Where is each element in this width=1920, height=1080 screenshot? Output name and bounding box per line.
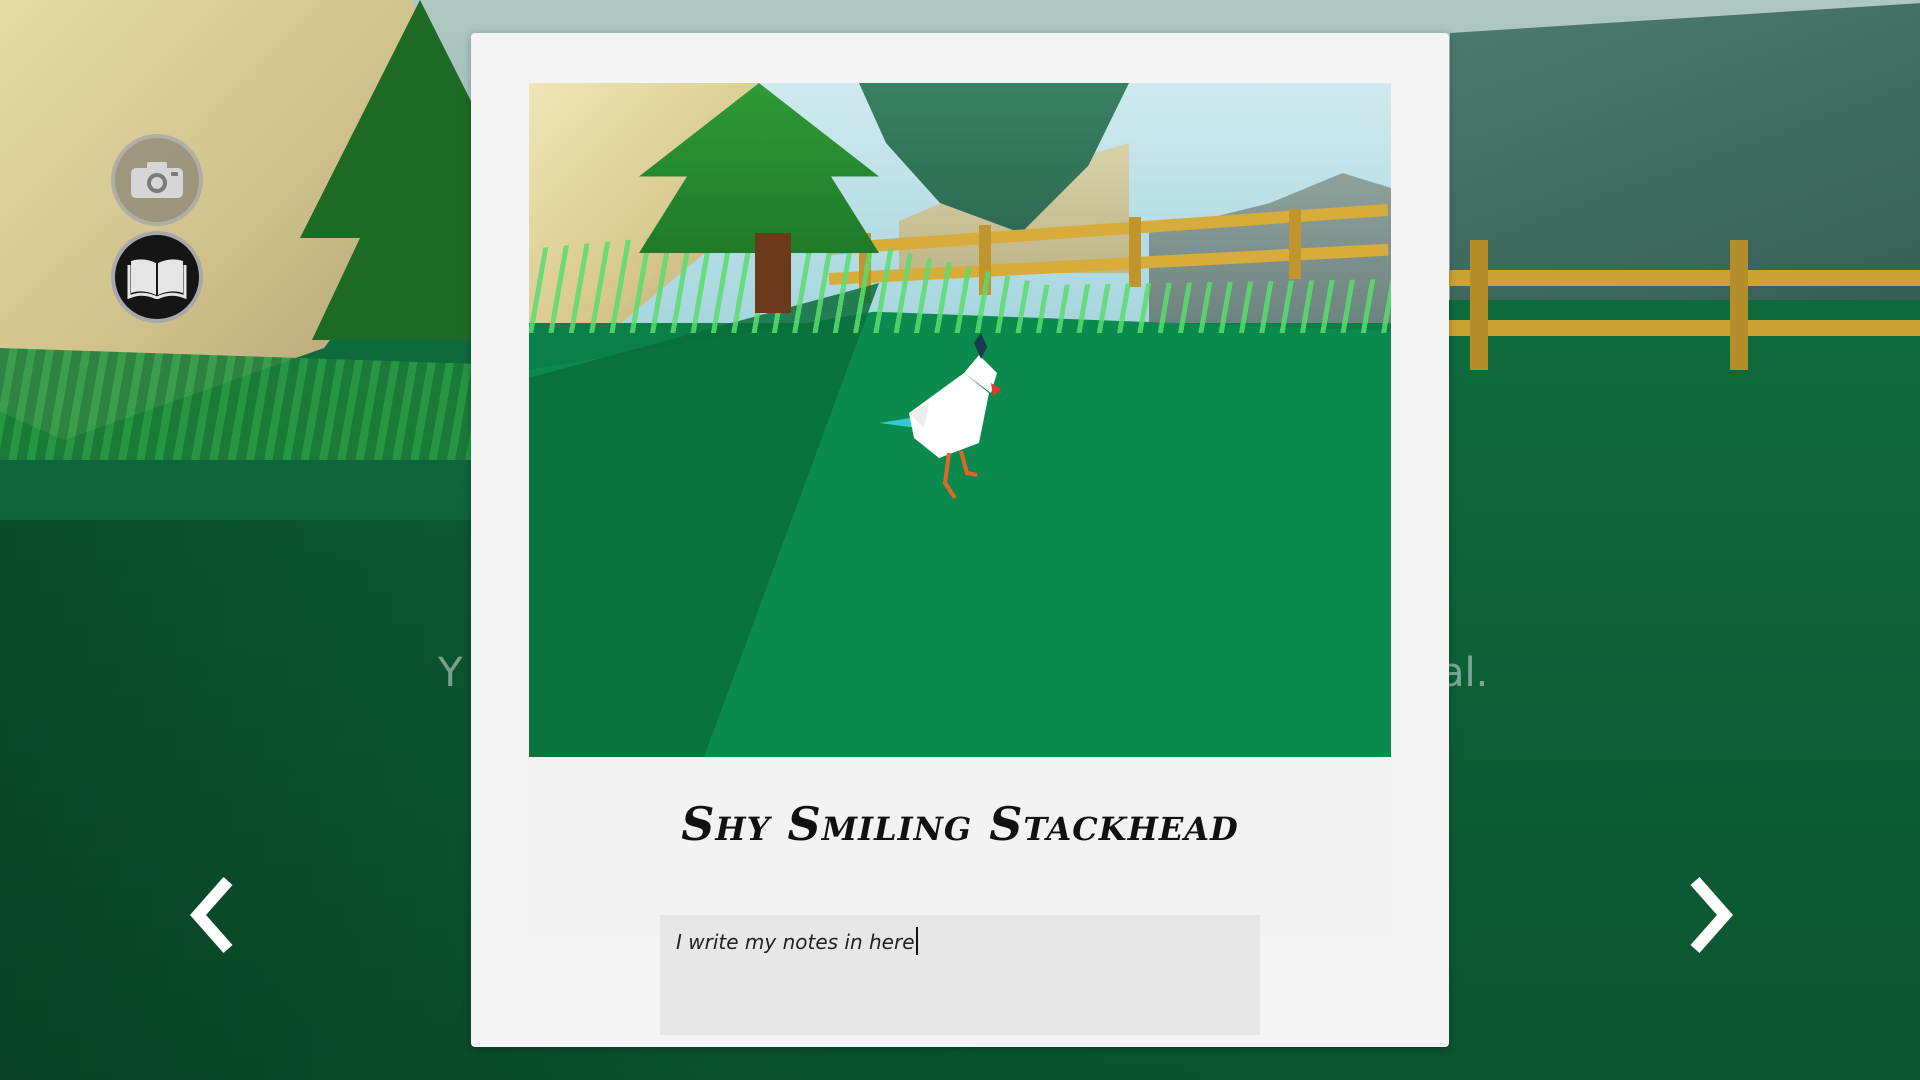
chevron-right-icon (1690, 877, 1734, 953)
journal-button[interactable] (111, 231, 203, 323)
previous-page-button[interactable] (178, 870, 248, 960)
creature-name-title: Shy Smiling Stackhead (681, 797, 1239, 851)
creature-photo (529, 83, 1391, 757)
journal-book-icon (127, 259, 187, 299)
camera-icon (131, 162, 183, 198)
text-caret (915, 927, 918, 955)
next-page-button[interactable] (1675, 870, 1745, 960)
background-hint-text-left: Y (438, 650, 463, 696)
chevron-left-icon (189, 877, 233, 953)
journal-photo-card: Shy Smiling Stackhead I write my notes i… (471, 33, 1449, 1047)
stackhead-bird (879, 333, 1001, 500)
notes-textarea[interactable]: I write my notes in here (660, 915, 1260, 1035)
notes-text: I write my notes in here (676, 930, 915, 954)
background-fence (1430, 240, 1920, 370)
camera-button[interactable] (111, 134, 203, 226)
